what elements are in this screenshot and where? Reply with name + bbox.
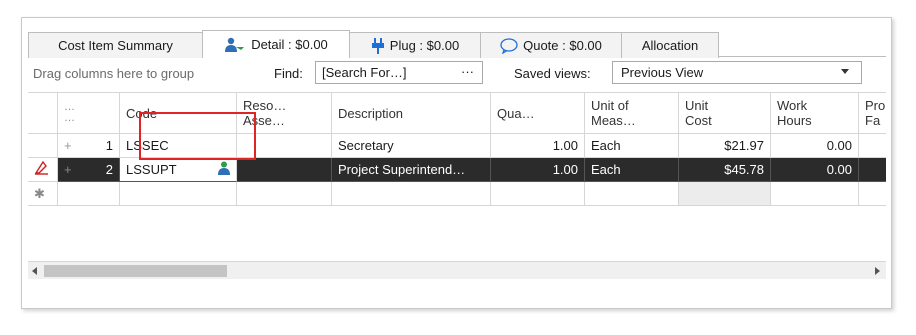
detail-user-icon (224, 37, 246, 53)
productivity-cell[interactable] (859, 182, 886, 206)
saved-views-dropdown[interactable]: Previous View (612, 61, 862, 84)
horizontal-scrollbar[interactable] (28, 261, 886, 279)
tab-allocation[interactable]: Allocation (621, 32, 719, 58)
row-number: + 2 (58, 158, 120, 182)
productivity-cell[interactable] (859, 134, 886, 158)
code-cell[interactable]: LSSEC (120, 134, 237, 158)
chevron-down-icon[interactable] (841, 69, 849, 74)
unit-cell[interactable]: Each (585, 134, 679, 158)
description-cell[interactable]: Project Superintend… (332, 158, 491, 182)
column-header-expand[interactable]: … … (58, 93, 120, 134)
column-header-productivity-factor[interactable]: Pro Fa (859, 93, 886, 134)
work-hours-cell[interactable]: 0.00 (771, 158, 859, 182)
description-cell[interactable] (332, 182, 491, 206)
scroll-right-icon[interactable] (875, 267, 880, 275)
scrollbar-thumb[interactable] (44, 265, 227, 277)
find-options-button[interactable]: ··· (461, 64, 474, 79)
tab-detail[interactable]: Detail : $0.00 (202, 30, 350, 58)
column-header-resource[interactable]: Reso… Asse… (237, 93, 332, 134)
resource-cell[interactable] (237, 134, 332, 158)
resource-cell[interactable] (237, 158, 332, 182)
unit-cost-cell (679, 182, 771, 206)
saved-views-label: Saved views: (514, 66, 591, 81)
unit-cell[interactable] (585, 182, 679, 206)
find-input[interactable]: [Search For…] ··· (315, 61, 483, 84)
find-input-value: [Search For…] (322, 65, 407, 80)
unit-cost-cell[interactable]: $21.97 (679, 134, 771, 158)
productivity-cell[interactable] (859, 158, 886, 182)
tab-label: Plug : $0.00 (389, 38, 460, 53)
code-cell[interactable]: LSSUPT (120, 158, 237, 182)
resource-cell[interactable] (237, 182, 332, 206)
header-row: … … Code Reso… Asse… Description Qua… Un… (28, 92, 886, 134)
group-by-hint: Drag columns here to group (33, 66, 195, 81)
quantity-cell[interactable]: 1.00 (491, 158, 585, 182)
new-item-row[interactable]: ✱ (28, 182, 886, 206)
column-header-unit-cost[interactable]: Unit Cost (679, 93, 771, 134)
new-row-icon: ✱ (28, 182, 58, 206)
column-header-code[interactable]: Code (120, 93, 237, 134)
table-row[interactable]: + 1 LSSEC Secretary 1.00 Each $21.97 0.0… (28, 134, 886, 158)
work-hours-cell[interactable]: 0.00 (771, 134, 859, 158)
saved-views-value: Previous View (621, 65, 704, 80)
edit-indicator-icon (34, 160, 50, 178)
grid-toolbar: Drag columns here to group Find: [Search… (28, 58, 886, 89)
tab-label: Cost Item Summary (58, 38, 173, 53)
tab-plug[interactable]: Plug : $0.00 (349, 32, 481, 58)
tab-quote[interactable]: Quote : $0.00 (480, 32, 622, 58)
row-indicator (28, 134, 58, 158)
scroll-left-icon[interactable] (32, 267, 37, 275)
tab-label: Detail : $0.00 (251, 37, 328, 52)
table-row-selected[interactable]: + 2 LSSUPT Project Superintend… 1.00 Eac… (28, 158, 886, 182)
column-header-description[interactable]: Description (332, 93, 491, 134)
row-number (58, 182, 120, 206)
tab-cost-item-summary[interactable]: Cost Item Summary (28, 32, 203, 58)
resource-person-icon (218, 161, 230, 178)
expand-icon[interactable]: + (64, 162, 72, 177)
column-header-work-hours[interactable]: Work Hours (771, 93, 859, 134)
code-cell[interactable] (120, 182, 237, 206)
find-label: Find: (274, 66, 303, 81)
detail-grid: … … Code Reso… Asse… Description Qua… Un… (28, 92, 886, 258)
quantity-cell[interactable] (491, 182, 585, 206)
row-indicator (28, 158, 58, 182)
quantity-cell[interactable]: 1.00 (491, 134, 585, 158)
work-hours-cell[interactable] (771, 182, 859, 206)
cost-item-panel: Cost Item Summary Detail : $0.00 Plug: … (21, 17, 892, 309)
column-header-quantity[interactable]: Qua… (491, 93, 585, 134)
unit-cell[interactable]: Each (585, 158, 679, 182)
speech-bubble-icon (500, 37, 518, 54)
plug-icon (371, 37, 385, 54)
tab-strip: Cost Item Summary Detail : $0.00 Plug: … (28, 24, 886, 58)
tab-label: Quote : $0.00 (523, 38, 602, 53)
description-cell[interactable]: Secretary (332, 134, 491, 158)
row-number: + 1 (58, 134, 120, 158)
unit-cost-cell[interactable]: $45.78 (679, 158, 771, 182)
expand-icon[interactable]: + (64, 138, 72, 153)
row-indicator-header (28, 93, 58, 134)
column-header-unit-of-measure[interactable]: Unit of Meas… (585, 93, 679, 134)
tab-label: Allocation (641, 38, 699, 53)
